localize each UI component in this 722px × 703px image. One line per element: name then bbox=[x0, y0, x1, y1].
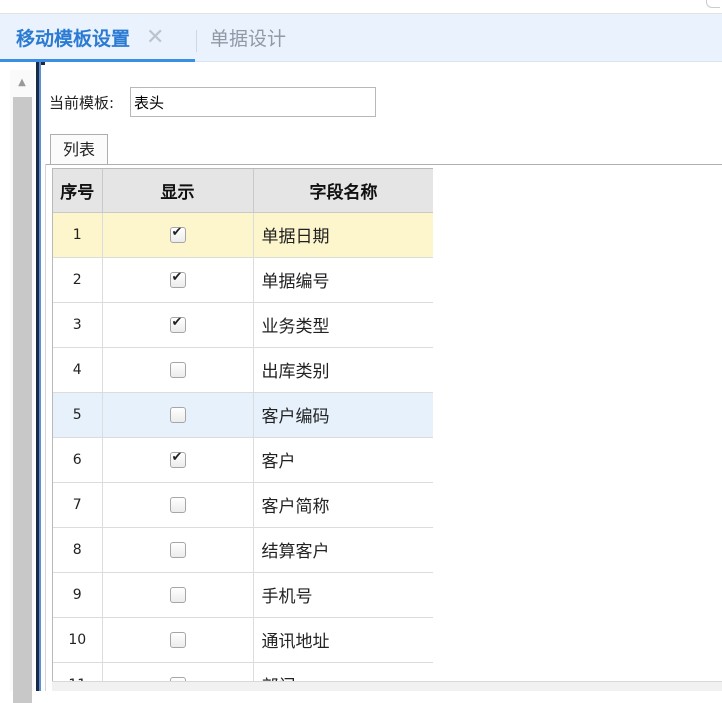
horizontal-scrollbar[interactable] bbox=[52, 681, 722, 691]
table-row[interactable]: 3 业务类型 bbox=[53, 302, 433, 348]
row-show-cell bbox=[102, 572, 254, 618]
row-seq-cell: 6 bbox=[53, 437, 103, 483]
field-grid: 序号 显示 字段名称 1单据日期2单据编号3业务类型4出库类别5客户编码6客户7… bbox=[52, 168, 433, 681]
row-show-cell bbox=[102, 302, 254, 348]
row-field-name-cell[interactable]: 结算客户 bbox=[253, 527, 433, 573]
row-seq-cell: 1 bbox=[53, 212, 103, 258]
row-seq-cell: 10 bbox=[53, 617, 103, 663]
checkbox-unchecked[interactable] bbox=[169, 542, 186, 558]
checkbox-unchecked[interactable] bbox=[169, 407, 186, 423]
row-show-cell bbox=[102, 257, 254, 303]
table-row[interactable]: 8 结算客户 bbox=[53, 527, 433, 573]
window-corner bbox=[706, 0, 720, 8]
row-field-name-cell[interactable]: 单据日期 bbox=[253, 212, 433, 258]
field-table: 序号 显示 字段名称 1单据日期2单据编号3业务类型4出库类别5客户编码6客户7… bbox=[53, 169, 433, 681]
row-field-name-cell[interactable]: 出库类别 bbox=[253, 347, 433, 393]
checkbox-unchecked[interactable] bbox=[169, 497, 186, 513]
right-empty-panel bbox=[433, 166, 722, 691]
row-seq-cell: 9 bbox=[53, 572, 103, 618]
table-row[interactable]: 11 部门 bbox=[53, 662, 433, 681]
row-field-name-cell[interactable]: 单据编号 bbox=[253, 257, 433, 303]
row-show-cell bbox=[102, 212, 254, 258]
row-seq-cell: 3 bbox=[53, 302, 103, 348]
row-field-name-cell[interactable]: 业务类型 bbox=[253, 302, 433, 348]
row-seq-cell: 8 bbox=[53, 527, 103, 573]
tab-strip-line bbox=[45, 164, 722, 165]
row-field-name-cell[interactable]: 客户 bbox=[253, 437, 433, 483]
row-seq-cell: 4 bbox=[53, 347, 103, 393]
checkbox-unchecked[interactable] bbox=[169, 587, 186, 603]
row-show-cell bbox=[102, 527, 254, 573]
row-seq-cell: 2 bbox=[53, 257, 103, 303]
row-show-cell bbox=[102, 347, 254, 393]
vertical-scrollbar[interactable]: ▲ bbox=[10, 70, 34, 703]
panel-left-border bbox=[45, 164, 46, 691]
tab-mobile-template-settings[interactable]: 移动模板设置 ✕ bbox=[0, 14, 195, 62]
row-seq-cell: 5 bbox=[53, 392, 103, 438]
checkbox-unchecked[interactable] bbox=[169, 362, 186, 378]
tab-document-design[interactable]: 单据设计 bbox=[197, 14, 286, 61]
table-row[interactable]: 1 单据日期 bbox=[53, 212, 433, 258]
tab-mobile-template-settings-label: 移动模板设置 bbox=[16, 28, 131, 50]
current-template-label: 当前模板: bbox=[49, 94, 115, 112]
table-header-row: 序号 显示 字段名称 bbox=[53, 169, 433, 213]
checkbox-checked[interactable] bbox=[169, 450, 186, 468]
row-show-cell bbox=[102, 392, 254, 438]
row-seq-cell: 7 bbox=[53, 482, 103, 528]
table-row[interactable]: 10 通讯地址 bbox=[53, 617, 433, 663]
checkbox-checked[interactable] bbox=[169, 225, 186, 243]
row-show-cell bbox=[102, 482, 254, 528]
row-field-name-cell[interactable]: 客户编码 bbox=[253, 392, 433, 438]
checkbox-unchecked[interactable] bbox=[169, 632, 186, 648]
close-icon[interactable]: ✕ bbox=[146, 25, 164, 50]
scroll-up-arrow-icon[interactable]: ▲ bbox=[10, 76, 34, 90]
column-header-seq[interactable]: 序号 bbox=[53, 169, 103, 213]
current-template-input[interactable] bbox=[130, 87, 376, 117]
tab-bar: 移动模板设置 ✕ 单据设计 bbox=[0, 14, 722, 62]
row-seq-cell: 11 bbox=[53, 662, 103, 681]
tab-document-design-label: 单据设计 bbox=[210, 28, 287, 50]
table-row[interactable]: 9 手机号 bbox=[53, 572, 433, 618]
row-field-name-cell[interactable]: 部门 bbox=[253, 662, 433, 681]
table-row[interactable]: 5 客户编码 bbox=[53, 392, 433, 438]
scrollbar-thumb[interactable] bbox=[13, 97, 32, 703]
table-row[interactable]: 2 单据编号 bbox=[53, 257, 433, 303]
row-show-cell bbox=[102, 437, 254, 483]
column-header-show[interactable]: 显示 bbox=[102, 169, 254, 213]
row-field-name-cell[interactable]: 通讯地址 bbox=[253, 617, 433, 663]
column-header-field-name[interactable]: 字段名称 bbox=[253, 169, 433, 213]
window-top-strip bbox=[0, 0, 722, 14]
tab-list[interactable]: 列表 bbox=[50, 134, 108, 165]
splitter-accent bbox=[39, 62, 41, 691]
checkbox-checked[interactable] bbox=[169, 270, 186, 288]
table-row[interactable]: 6 客户 bbox=[53, 437, 433, 483]
table-row[interactable]: 7 客户简称 bbox=[53, 482, 433, 528]
row-show-cell bbox=[102, 617, 254, 663]
row-field-name-cell[interactable]: 客户简称 bbox=[253, 482, 433, 528]
row-show-cell bbox=[102, 662, 254, 681]
table-row[interactable]: 4 出库类别 bbox=[53, 347, 433, 393]
row-field-name-cell[interactable]: 手机号 bbox=[253, 572, 433, 618]
checkbox-checked[interactable] bbox=[169, 315, 186, 333]
